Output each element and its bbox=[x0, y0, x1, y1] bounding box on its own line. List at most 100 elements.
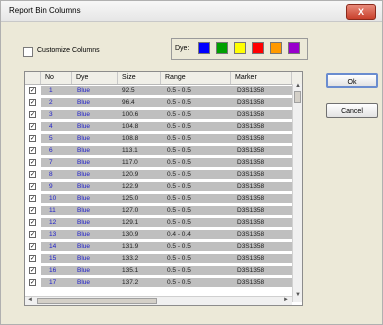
dye-color-swatch[interactable] bbox=[234, 42, 246, 54]
horizontal-scroll-thumb[interactable] bbox=[37, 298, 157, 304]
cancel-button[interactable]: Cancel bbox=[326, 103, 378, 118]
vertical-scrollbar[interactable]: ▲ ▼ bbox=[292, 83, 302, 302]
header-no[interactable]: No bbox=[41, 72, 72, 84]
table-row[interactable]: ✓ 17 Blue 137.2 0.5 - 0.5 D3S1358 bbox=[25, 278, 292, 287]
cell-range: 0.4 - 0.4 bbox=[167, 231, 191, 238]
cell-size: 135.1 bbox=[122, 267, 139, 274]
bin-columns-table: No Dye Size Range Marker ✓ 1 Blue 92.5 0.5 -… bbox=[24, 71, 303, 306]
row-checkbox[interactable]: ✓ bbox=[29, 219, 36, 226]
row-checkbox[interactable]: ✓ bbox=[29, 159, 36, 166]
cell-marker: D3S1358 bbox=[237, 195, 265, 202]
cell-marker: D3S1358 bbox=[237, 231, 265, 238]
cell-no: 10 bbox=[49, 195, 57, 202]
table-row[interactable]: ✓ 11 Blue 127.0 0.5 - 0.5 D3S1358 bbox=[25, 206, 292, 215]
cell-no: 9 bbox=[49, 183, 53, 190]
cell-size: 104.8 bbox=[122, 123, 139, 130]
table-row[interactable]: ✓ 15 Blue 133.2 0.5 - 0.5 D3S1358 bbox=[25, 254, 292, 263]
table-row[interactable]: ✓ 5 Blue 108.8 0.5 - 0.5 D3S1358 bbox=[25, 134, 292, 143]
cell-range: 0.5 - 0.5 bbox=[167, 219, 191, 226]
row-checkbox[interactable]: ✓ bbox=[29, 231, 36, 238]
scroll-up-icon[interactable]: ▲ bbox=[295, 83, 301, 89]
row-checkbox[interactable]: ✓ bbox=[29, 243, 36, 250]
ok-button[interactable]: Ok bbox=[326, 73, 378, 88]
header-size[interactable]: Size bbox=[118, 72, 161, 84]
cell-no: 12 bbox=[49, 219, 57, 226]
table-row[interactable]: ✓ 7 Blue 117.0 0.5 - 0.5 D3S1358 bbox=[25, 158, 292, 167]
cell-size: 133.2 bbox=[122, 255, 139, 262]
table-row[interactable]: ✓ 16 Blue 135.1 0.5 - 0.5 D3S1358 bbox=[25, 266, 292, 275]
cell-size: 108.8 bbox=[122, 135, 139, 142]
row-checkbox[interactable]: ✓ bbox=[29, 267, 36, 274]
cell-dye: Blue bbox=[77, 147, 91, 154]
row-checkbox[interactable]: ✓ bbox=[29, 279, 36, 286]
cell-dye: Blue bbox=[77, 111, 91, 118]
cell-size: 127.0 bbox=[122, 207, 139, 214]
row-checkbox[interactable]: ✓ bbox=[29, 87, 36, 94]
cell-marker: D3S1358 bbox=[237, 171, 265, 178]
cell-marker: D3S1358 bbox=[237, 207, 265, 214]
cell-size: 113.1 bbox=[122, 147, 138, 154]
table-row[interactable]: ✓ 12 Blue 129.1 0.5 - 0.5 D3S1358 bbox=[25, 218, 292, 227]
row-checkbox[interactable]: ✓ bbox=[29, 123, 36, 130]
cell-range: 0.5 - 0.5 bbox=[167, 255, 191, 262]
title-bar: Report Bin Columns X bbox=[1, 1, 382, 22]
table-row[interactable]: ✓ 2 Blue 96.4 0.5 - 0.5 D3S1358 bbox=[25, 98, 292, 107]
scroll-down-icon[interactable]: ▼ bbox=[295, 292, 301, 298]
table-row[interactable]: ✓ 6 Blue 113.1 0.5 - 0.5 D3S1358 bbox=[25, 146, 292, 155]
cell-dye: Blue bbox=[77, 135, 91, 142]
header-range[interactable]: Range bbox=[161, 72, 231, 84]
row-checkbox[interactable]: ✓ bbox=[29, 147, 36, 154]
scroll-right-icon[interactable]: ► bbox=[283, 297, 289, 303]
table-row[interactable]: ✓ 14 Blue 131.9 0.5 - 0.5 D3S1358 bbox=[25, 242, 292, 251]
cell-marker: D3S1358 bbox=[237, 159, 265, 166]
table-row[interactable]: ✓ 9 Blue 122.9 0.5 - 0.5 D3S1358 bbox=[25, 182, 292, 191]
dye-color-swatch[interactable] bbox=[198, 42, 210, 54]
cell-no: 7 bbox=[49, 159, 53, 166]
cell-range: 0.5 - 0.5 bbox=[167, 159, 191, 166]
cell-dye: Blue bbox=[77, 267, 91, 274]
table-row[interactable]: ✓ 8 Blue 120.9 0.5 - 0.5 D3S1358 bbox=[25, 170, 292, 179]
row-checkbox[interactable]: ✓ bbox=[29, 207, 36, 214]
row-checkbox[interactable]: ✓ bbox=[29, 111, 36, 118]
cell-marker: D3S1358 bbox=[237, 183, 265, 190]
cell-no: 14 bbox=[49, 243, 57, 250]
scroll-left-icon[interactable]: ◄ bbox=[27, 297, 33, 303]
row-checkbox[interactable]: ✓ bbox=[29, 255, 36, 262]
dye-color-swatch[interactable] bbox=[288, 42, 300, 54]
cell-dye: Blue bbox=[77, 231, 91, 238]
cell-range: 0.5 - 0.5 bbox=[167, 279, 191, 286]
customize-columns-label: Customize Columns bbox=[37, 47, 100, 54]
close-button[interactable]: X bbox=[346, 4, 376, 20]
cell-marker: D3S1358 bbox=[237, 135, 265, 142]
cell-range: 0.5 - 0.5 bbox=[167, 123, 191, 130]
dye-color-swatch[interactable] bbox=[252, 42, 264, 54]
cell-dye: Blue bbox=[77, 123, 91, 130]
cell-range: 0.5 - 0.5 bbox=[167, 267, 191, 274]
header-marker[interactable]: Marker bbox=[231, 72, 292, 84]
cell-dye: Blue bbox=[77, 255, 91, 262]
row-checkbox[interactable]: ✓ bbox=[29, 171, 36, 178]
table-row[interactable]: ✓ 13 Blue 130.9 0.4 - 0.4 D3S1358 bbox=[25, 230, 292, 239]
row-checkbox[interactable]: ✓ bbox=[29, 99, 36, 106]
customize-columns-checkbox[interactable] bbox=[23, 47, 33, 57]
dye-color-swatch[interactable] bbox=[216, 42, 228, 54]
header-dye[interactable]: Dye bbox=[72, 72, 118, 84]
cell-size: 96.4 bbox=[122, 99, 135, 106]
table-row[interactable]: ✓ 1 Blue 92.5 0.5 - 0.5 D3S1358 bbox=[25, 86, 292, 95]
cell-dye: Blue bbox=[77, 159, 91, 166]
cell-size: 131.9 bbox=[122, 243, 139, 250]
cell-no: 1 bbox=[49, 87, 53, 94]
cell-size: 129.1 bbox=[122, 219, 139, 226]
window-title: Report Bin Columns bbox=[9, 6, 81, 15]
cell-marker: D3S1358 bbox=[237, 279, 265, 286]
table-row[interactable]: ✓ 3 Blue 100.6 0.5 - 0.5 D3S1358 bbox=[25, 110, 292, 119]
vertical-scroll-thumb[interactable] bbox=[294, 91, 301, 103]
table-row[interactable]: ✓ 4 Blue 104.8 0.5 - 0.5 D3S1358 bbox=[25, 122, 292, 131]
row-checkbox[interactable]: ✓ bbox=[29, 183, 36, 190]
horizontal-scrollbar[interactable]: ◄ ► bbox=[25, 296, 292, 305]
table-row[interactable]: ✓ 10 Blue 125.0 0.5 - 0.5 D3S1358 bbox=[25, 194, 292, 203]
dye-color-swatch[interactable] bbox=[270, 42, 282, 54]
row-checkbox[interactable]: ✓ bbox=[29, 195, 36, 202]
row-checkbox[interactable]: ✓ bbox=[29, 135, 36, 142]
header-check-column bbox=[25, 72, 41, 84]
